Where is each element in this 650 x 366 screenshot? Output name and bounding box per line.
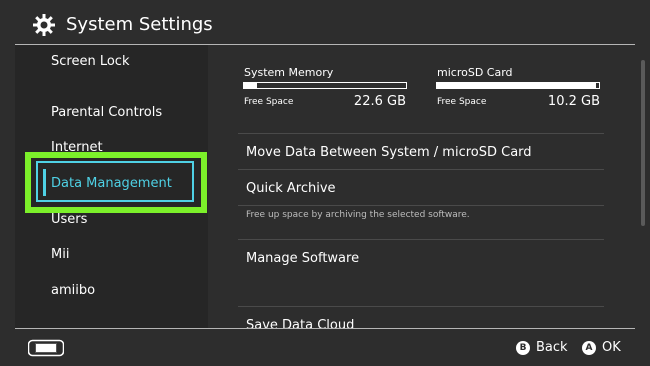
a-button-icon: A: [582, 341, 596, 355]
sidebar-item-label: Data Management: [51, 176, 172, 191]
ok-button[interactable]: A OK: [582, 339, 621, 357]
ok-label: OK: [602, 340, 621, 355]
footer-divider: [15, 328, 635, 329]
system-memory-bar-fill: [244, 83, 257, 88]
back-button[interactable]: B Back: [516, 339, 568, 357]
manage-software-item[interactable]: Manage Software: [246, 251, 359, 267]
move-data-item[interactable]: Move Data Between System / microSD Card: [246, 145, 532, 161]
quick-archive-item[interactable]: Quick Archive: [246, 181, 336, 197]
save-data-cloud-item[interactable]: Save Data Cloud: [246, 318, 354, 334]
microsd-label: microSD Card: [437, 66, 513, 79]
microsd-free-label: Free Space: [437, 97, 487, 107]
system-free-value: 22.6 GB: [353, 94, 406, 109]
b-button-icon: B: [516, 341, 530, 355]
page-title: System Settings: [66, 14, 213, 35]
switch-console-icon: [28, 339, 64, 357]
scrollbar[interactable]: [641, 60, 645, 226]
microsd-bar: [436, 82, 600, 89]
sidebar-item-parental-controls[interactable]: Parental Controls: [51, 105, 162, 121]
microsd-bar-fill: [437, 83, 596, 88]
quick-archive-description: Free up space by archiving the selected …: [246, 210, 470, 220]
selection-indicator: [43, 169, 46, 196]
system-memory-bar: [243, 82, 407, 89]
header: System Settings: [0, 0, 650, 44]
gear-icon: [33, 14, 55, 36]
sidebar-item-users[interactable]: Users: [51, 212, 87, 228]
divider: [238, 205, 604, 206]
system-free-label: Free Space: [244, 97, 294, 107]
sidebar-item-screen-lock[interactable]: Screen Lock: [51, 54, 129, 70]
divider: [238, 169, 604, 170]
system-memory-label: System Memory: [244, 66, 334, 79]
sidebar-item-amiibo[interactable]: amiibo: [51, 283, 95, 299]
back-label: Back: [536, 340, 568, 355]
sidebar-item-mii[interactable]: Mii: [51, 247, 69, 263]
microsd-free-value: 10.2 GB: [547, 94, 600, 109]
divider: [238, 133, 604, 134]
divider: [238, 306, 604, 307]
divider: [238, 239, 604, 240]
